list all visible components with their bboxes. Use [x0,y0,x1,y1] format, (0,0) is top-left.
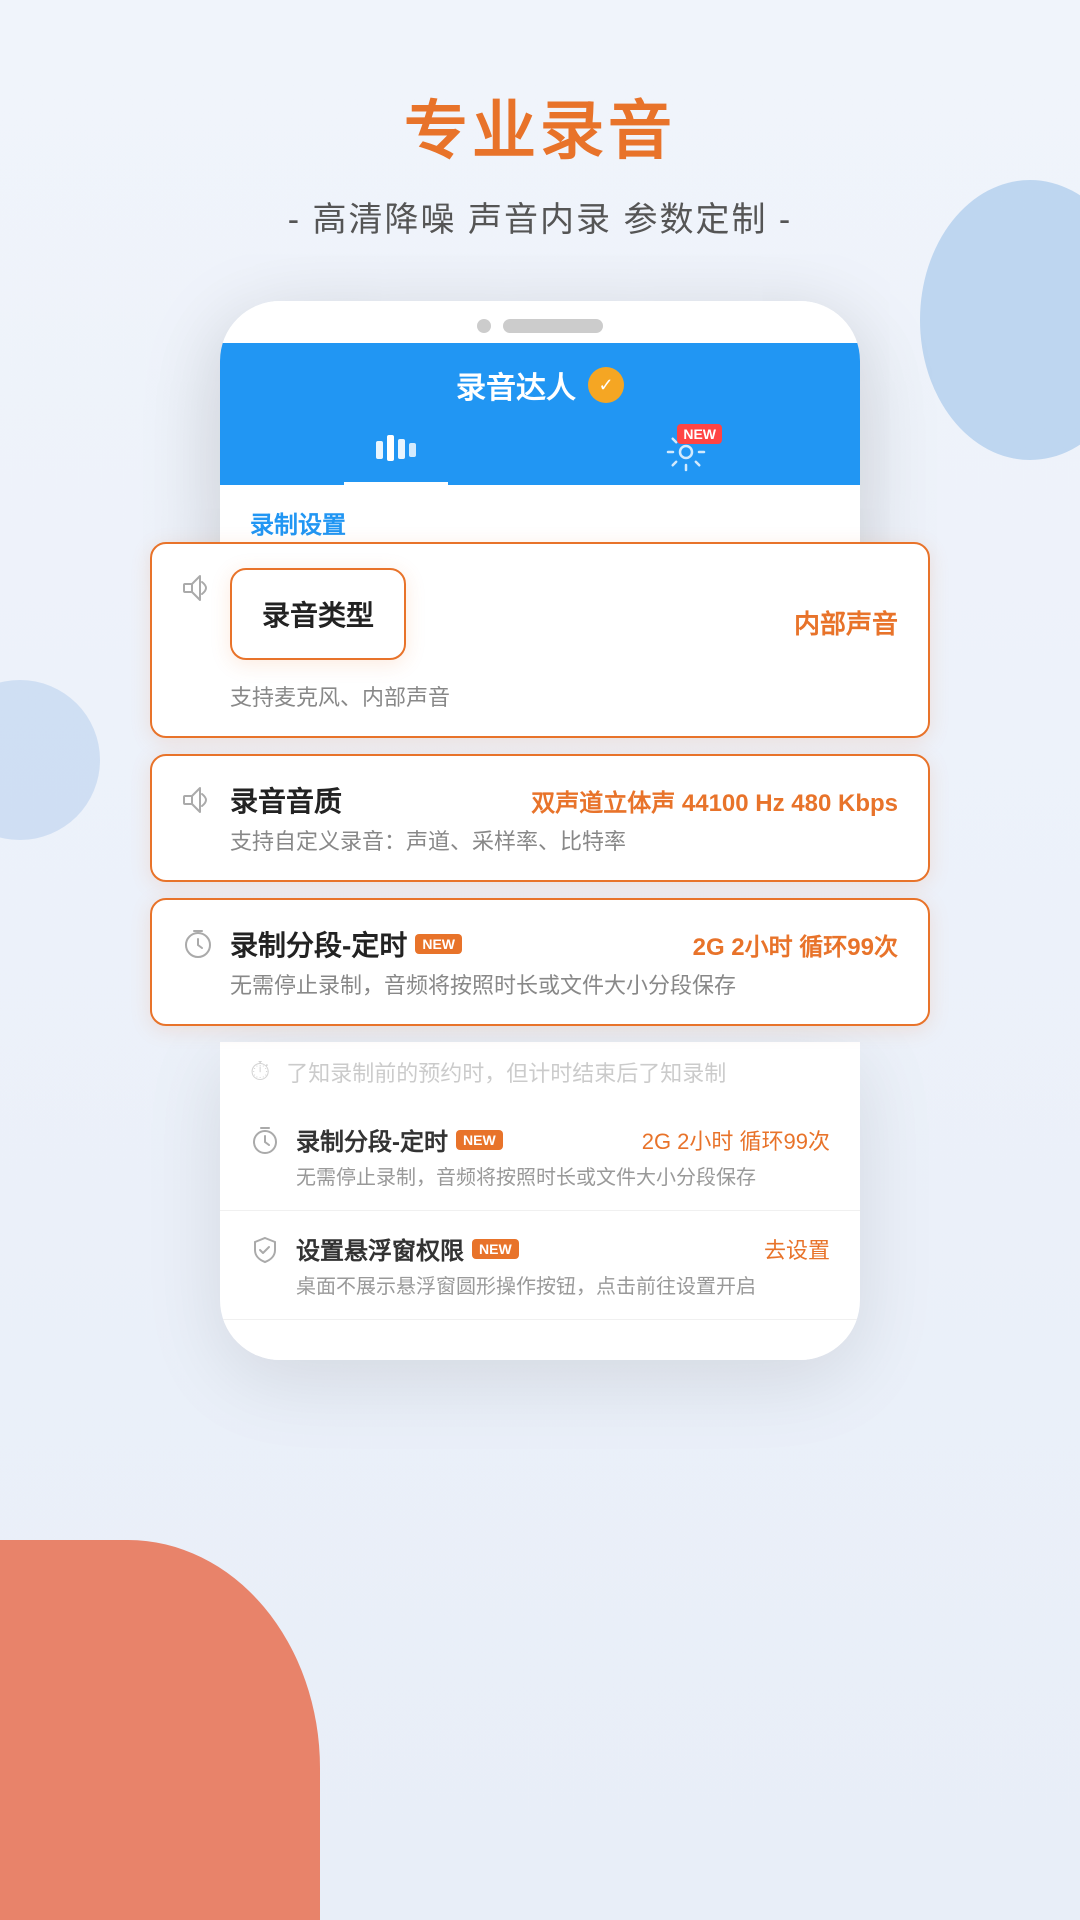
bottom-item-float: 设置悬浮窗权限 NEW 去设置 桌面不展示悬浮窗圆形操作按钮，点击前往设置开启 [220,1211,860,1320]
faded-text: 了知录制前的预约时，但计时结束后了知录制 [286,1056,726,1088]
bg-shape-bottom-left [0,1540,320,1920]
app-header-tabs: NEW [250,423,830,485]
bottom-item-2-title-text: 设置悬浮窗权限 [296,1231,464,1266]
verified-badge: ✓ [588,367,624,403]
highlight-1-content: 录音类型 内部声音 支持麦克风、内部声音 [230,568,898,712]
highlight-card-type: 录音类型 内部声音 支持麦克风、内部声音 [150,542,930,738]
notch-bar [503,319,603,333]
highlight-3-title-row: 录制分段-定时 NEW 2G 2小时 循环99次 [230,924,898,964]
tab-waveform[interactable] [344,423,448,485]
highlight-card-quality: 录音音质 双声道立体声 44100 Hz 480 Kbps 支持自定义录音：声道… [150,754,930,882]
highlight-3-content: 录制分段-定时 NEW 2G 2小时 循环99次 无需停止录制，音频将按照时长或… [230,924,898,1000]
clock-icon-1 [182,928,214,967]
highlight-2-desc: 支持自定义录音：声道、采样率、比特率 [230,824,898,856]
bottom-item-segment: 录制分段-定时 NEW 2G 2小时 循环99次 无需停止录制，音频将按照时长或… [220,1102,860,1211]
bottom-item-1-title-text: 录制分段-定时 [296,1122,448,1157]
bottom-item-2-title: 设置悬浮窗权限 NEW [296,1231,519,1266]
highlight-1-title-row: 录音类型 内部声音 [230,568,898,676]
faded-icon: ⏱ [250,1056,270,1088]
speaker-icon-2 [182,784,214,823]
highlight-3-desc: 无需停止录制，音频将按照时长或文件大小分段保存 [230,968,898,1000]
bottom-item-2-desc: 桌面不展示悬浮窗圆形操作按钮，点击前往设置开启 [296,1270,830,1299]
bottom-item-1-desc: 无需停止录制，音频将按照时长或文件大小分段保存 [296,1161,830,1190]
sub-title: - 高清降噪 声音内录 参数定制 - [288,192,792,241]
highlight-3-title: 录制分段-定时 [230,924,407,964]
bottom-item-1-content: 录制分段-定时 NEW 2G 2小时 循环99次 无需停止录制，音频将按照时长或… [296,1122,830,1190]
tab-gear[interactable]: NEW [636,424,736,485]
new-tag-bottom-2: NEW [472,1239,519,1259]
highlight-1-value: 内部声音 [794,604,898,641]
app-name: 录音达人 [456,363,576,407]
bottom-item-1-title-row: 录制分段-定时 NEW 2G 2小时 循环99次 [296,1122,830,1157]
highlight-3-value: 2G 2小时 循环99次 [693,927,898,962]
speaker-icon-1 [182,572,214,611]
app-header: 录音达人 ✓ NEW [220,343,860,485]
notch-dot [477,319,491,333]
new-tag-bottom-1: NEW [456,1130,503,1150]
faded-row: ⏱ 了知录制前的预约时，但计时结束后了知录制 [220,1042,860,1102]
new-badge: NEW [677,424,722,444]
bottom-item-1-title: 录制分段-定时 NEW [296,1122,503,1157]
highlight-3-title-group: 录制分段-定时 NEW [230,924,462,964]
bottom-padding [220,1320,860,1360]
highlight-1-title: 录音类型 [230,568,406,660]
highlight-2-value: 双声道立体声 44100 Hz 480 Kbps [531,783,898,818]
settings-section-title: 录制设置 [220,485,860,550]
bottom-item-1-value: 2G 2小时 循环99次 [642,1124,830,1156]
phone-notch [220,301,860,343]
highlight-card-segment: 录制分段-定时 NEW 2G 2小时 循环99次 无需停止录制，音频将按照时长或… [150,898,930,1026]
main-title: 专业录音 [404,80,676,172]
shield-icon [250,1235,280,1272]
highlight-2-content: 录音音质 双声道立体声 44100 Hz 480 Kbps 支持自定义录音：声道… [230,780,898,856]
bottom-item-2-title-row: 设置悬浮窗权限 NEW 去设置 [296,1231,830,1266]
highlights-container: 录音类型 内部声音 支持麦克风、内部声音 录音音质 双声道立体声 44100 H… [150,542,930,1042]
new-tag-3: NEW [415,934,462,954]
app-header-title-row: 录音达人 ✓ [250,363,830,407]
highlight-1-desc: 支持麦克风、内部声音 [230,680,898,712]
clock-icon-2 [250,1126,280,1163]
highlight-2-title: 录音音质 [230,780,342,820]
phone-bottom: ⏱ 了知录制前的预约时，但计时结束后了知录制 录制分段-定时 NEW 2G 2小… [220,1042,860,1360]
highlight-2-title-row: 录音音质 双声道立体声 44100 Hz 480 Kbps [230,780,898,820]
goto-link[interactable]: 去设置 [764,1233,830,1265]
bottom-item-2-content: 设置悬浮窗权限 NEW 去设置 桌面不展示悬浮窗圆形操作按钮，点击前往设置开启 [296,1231,830,1299]
